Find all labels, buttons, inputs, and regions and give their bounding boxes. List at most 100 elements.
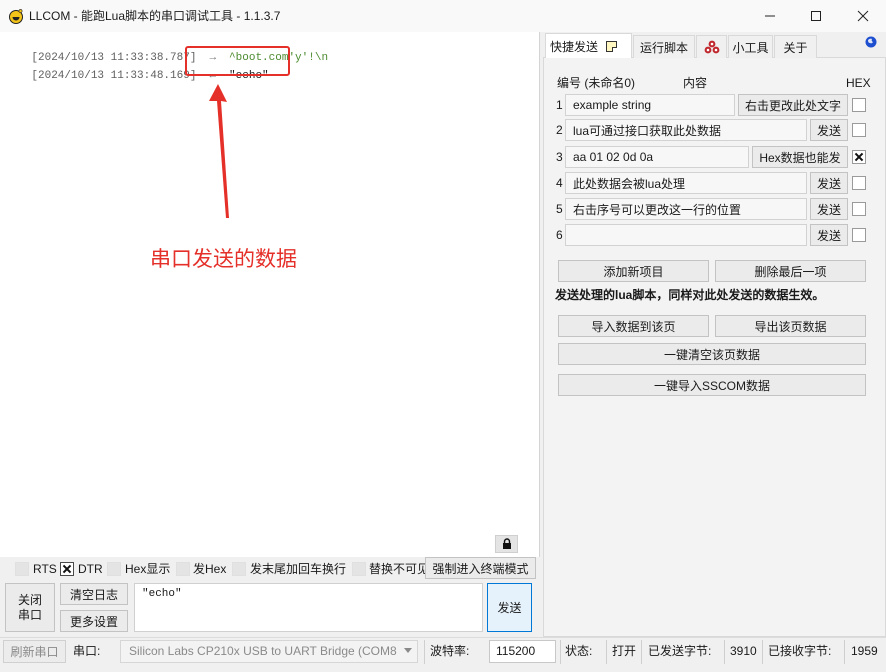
lock-icon <box>502 538 511 549</box>
replace-invisible-label[interactable]: 替换不可见 <box>369 561 429 577</box>
row-index[interactable]: 1 <box>556 97 563 113</box>
baud-rate-input[interactable]: 115200 <box>489 640 556 663</box>
quick-send-input[interactable] <box>565 198 807 220</box>
tab-quick-send-label: 快捷发送 <box>550 39 599 54</box>
quick-send-row: 6 发送 <box>0 224 886 246</box>
clear-log-button[interactable]: 清空日志 <box>60 583 128 605</box>
status-separator <box>560 640 561 664</box>
hex-checkbox[interactable] <box>852 202 866 216</box>
rts-label[interactable]: RTS <box>33 561 57 577</box>
close-port-label-line1: 关闭 <box>17 592 42 607</box>
tab-run-script[interactable]: 运行脚本 <box>633 35 695 58</box>
replace-invisible-checkbox[interactable] <box>352 562 366 576</box>
remove-last-button[interactable]: 删除最后一项 <box>715 260 866 282</box>
sent-bytes-label: 已发送字节: <box>648 644 712 658</box>
quick-send-button[interactable]: 右击更改此处文字 <box>738 94 848 116</box>
column-header-index: 编号 (未命名0) <box>557 76 636 90</box>
quick-send-row: 1 右击更改此处文字 <box>0 94 886 116</box>
hex-checkbox[interactable] <box>852 123 866 137</box>
import-page-button[interactable]: 导入数据到该页 <box>558 315 709 337</box>
send-hex-checkbox[interactable] <box>176 562 190 576</box>
hex-checkbox[interactable] <box>852 176 866 190</box>
status-separator <box>762 640 763 664</box>
title-bar[interactable]: LLCOM - 能跑Lua脚本的串口调试工具 - 1.1.3.7 <box>0 0 886 32</box>
status-separator <box>606 640 607 664</box>
baud-label: 波特率: <box>430 644 470 658</box>
quick-send-input[interactable] <box>565 94 735 116</box>
maximize-icon <box>811 11 821 21</box>
maximize-button[interactable] <box>793 0 839 32</box>
sent-bytes-value: 3910 <box>730 644 757 658</box>
quick-send-button[interactable]: Hex数据也能发 <box>752 146 848 168</box>
quick-send-row: 4 发送 <box>0 172 886 194</box>
append-newline-label[interactable]: 发末尾加回车换行 <box>250 561 346 577</box>
row-index[interactable]: 2 <box>556 122 563 138</box>
status-separator <box>724 640 725 664</box>
hex-checkbox[interactable] <box>852 228 866 242</box>
plugin-icon <box>704 40 719 54</box>
export-page-button[interactable]: 导出该页数据 <box>715 315 866 337</box>
send-hex-label[interactable]: 发Hex <box>193 561 226 577</box>
port-select[interactable]: Silicon Labs CP210x USB to UART Bridge (… <box>120 640 418 663</box>
import-sscom-button[interactable]: 一键导入SSCOM数据 <box>558 374 866 396</box>
minimize-icon <box>765 15 775 17</box>
close-port-button[interactable]: 关闭 串口 <box>5 583 55 632</box>
dtr-label[interactable]: DTR <box>78 561 103 577</box>
received-bytes-label: 已接收字节: <box>768 644 832 658</box>
received-bytes-value: 1959 <box>851 644 878 658</box>
hex-display-checkbox[interactable] <box>107 562 121 576</box>
send-text-input[interactable]: "echo" <box>134 583 483 632</box>
row-index[interactable]: 6 <box>556 227 563 243</box>
quick-send-row: 5 发送 <box>0 198 886 220</box>
llcom-logo-icon <box>9 9 23 24</box>
quick-send-input[interactable] <box>565 146 749 168</box>
quick-send-button[interactable]: 发送 <box>810 198 848 220</box>
tab-about[interactable]: 关于 <box>774 35 817 58</box>
column-header-hex: HEX <box>846 76 871 90</box>
row-index[interactable]: 5 <box>556 201 563 217</box>
note-icon <box>606 41 617 52</box>
minimize-button[interactable] <box>747 0 793 32</box>
hex-checkbox[interactable] <box>852 98 866 112</box>
lua-script-note: 发送处理的lua脚本，同样对此处发送的数据生效。 <box>555 288 825 302</box>
status-separator <box>641 640 642 664</box>
annotation-highlight-box <box>185 46 290 76</box>
hex-checkbox[interactable] <box>852 150 866 164</box>
status-separator <box>844 640 845 664</box>
close-icon <box>857 10 869 22</box>
send-button[interactable]: 发送 <box>487 583 532 632</box>
add-item-button[interactable]: 添加新项目 <box>558 260 709 282</box>
more-settings-button[interactable]: 更多设置 <box>60 610 128 632</box>
clear-page-button[interactable]: 一键清空该页数据 <box>558 343 866 365</box>
quick-send-input[interactable] <box>565 119 807 141</box>
tab-quick-send[interactable]: 快捷发送 <box>545 33 632 58</box>
row-index[interactable]: 4 <box>556 175 563 191</box>
annotation-label: 串口发送的数据 <box>150 248 297 271</box>
port-label: 串口: <box>73 644 101 658</box>
row-index[interactable]: 3 <box>556 149 563 165</box>
window-title: LLCOM - 能跑Lua脚本的串口调试工具 - 1.1.3.7 <box>29 9 281 23</box>
append-newline-checkbox[interactable] <box>232 562 246 576</box>
port-select-value: Silicon Labs CP210x USB to UART Bridge (… <box>129 644 397 658</box>
status-separator <box>424 640 425 664</box>
quick-send-row: 2 发送 <box>0 119 886 141</box>
terminal-mode-button[interactable]: 强制进入终端模式 <box>425 557 536 579</box>
globe-icon[interactable] <box>865 36 877 48</box>
quick-send-button[interactable]: 发送 <box>810 224 848 246</box>
dtr-checkbox[interactable] <box>60 562 74 576</box>
chevron-down-icon[interactable] <box>404 648 412 653</box>
quick-send-button[interactable]: 发送 <box>810 172 848 194</box>
lock-scroll-button[interactable] <box>495 535 518 553</box>
tab-plugin[interactable] <box>696 35 727 58</box>
quick-send-input[interactable] <box>565 224 807 246</box>
quick-send-input[interactable] <box>565 172 807 194</box>
state-value: 打开 <box>612 644 637 658</box>
rts-checkbox[interactable] <box>15 562 29 576</box>
column-header-content: 内容 <box>683 76 708 90</box>
tab-tools[interactable]: 小工具 <box>728 35 773 58</box>
hex-display-label[interactable]: Hex显示 <box>125 561 170 577</box>
refresh-ports-button[interactable]: 刷新串口 <box>3 640 66 663</box>
log-timestamp: [2024/10/13 11:33:48.169] <box>31 70 197 82</box>
close-button[interactable] <box>840 0 886 32</box>
quick-send-button[interactable]: 发送 <box>810 119 848 141</box>
